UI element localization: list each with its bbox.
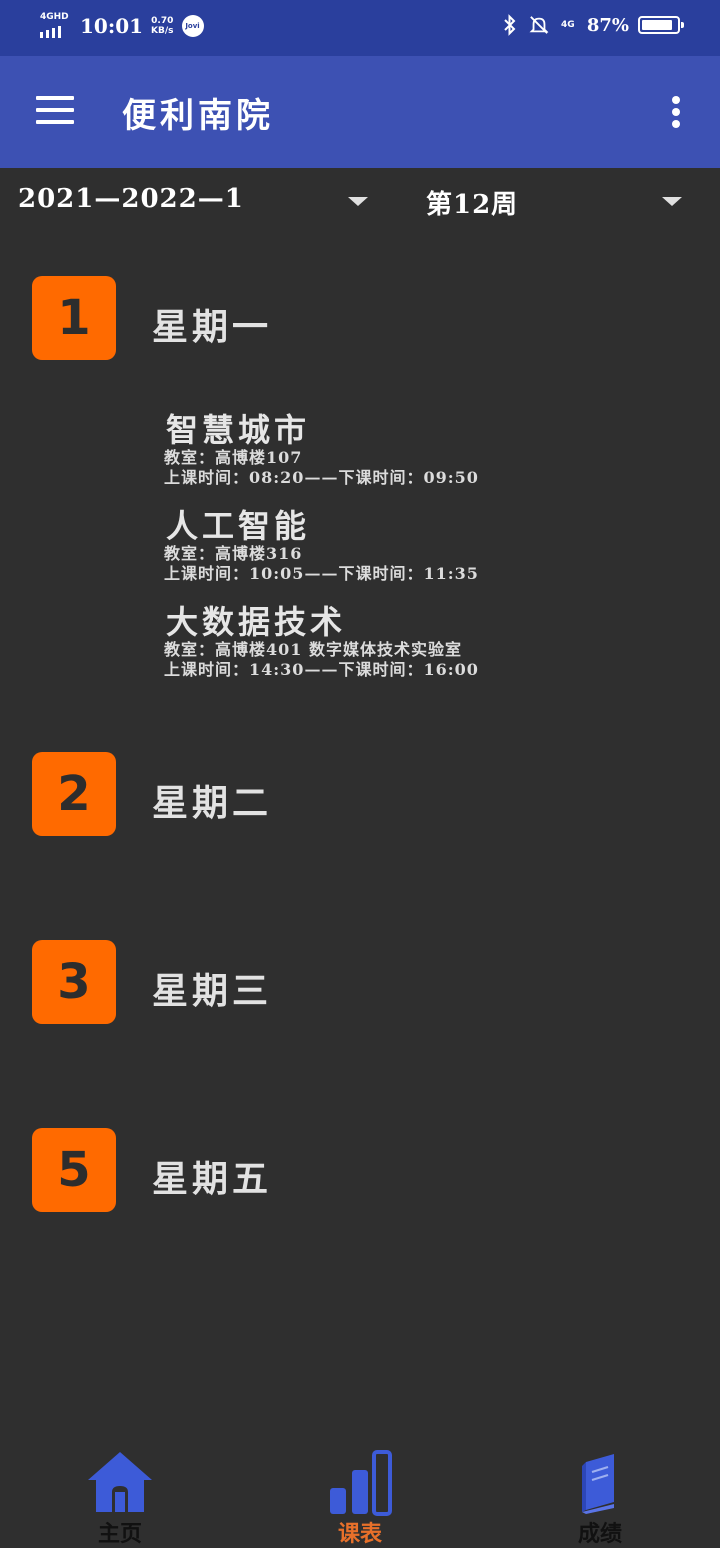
nav-schedule[interactable]: 课表: [310, 1448, 410, 1547]
nav-schedule-label: 课表: [337, 1521, 382, 1547]
course-name: 大数据技术: [166, 603, 347, 641]
bluetooth-icon: [500, 14, 520, 36]
day-name: 星期二: [152, 782, 273, 824]
course-time: 上课时间：14:30——下课时间：16:00: [164, 660, 479, 679]
speed-unit: KB/s: [151, 26, 174, 36]
course-name: 人工智能: [166, 507, 311, 545]
lte-indicator: 4G: [561, 19, 575, 30]
day-number-badge: 3: [32, 940, 116, 1024]
battery-percent: 87%: [586, 14, 629, 36]
menu-button[interactable]: [36, 96, 76, 126]
course-item[interactable]: 人工智能 教室：高博楼316 上课时间：10:05——下课时间：11:35: [164, 507, 686, 584]
network-type: 4GHD: [40, 12, 69, 22]
nav-grades-label: 成绩: [577, 1521, 622, 1547]
home-icon: [86, 1448, 154, 1518]
battery-icon: [638, 16, 684, 34]
network-speed: 0.70 KB/s: [151, 16, 173, 36]
day-name: 星期一: [152, 306, 273, 348]
course-time: 上课时间：08:20——下课时间：09:50: [164, 468, 479, 487]
speed-value: 0.70: [151, 16, 174, 26]
day-name: 星期五: [152, 1158, 273, 1200]
nav-grades[interactable]: 成绩: [550, 1448, 650, 1547]
book-icon: [578, 1452, 622, 1518]
app-bar: 便利南院: [0, 56, 720, 168]
course-room: 教室：高博楼401 数字媒体技术实验室: [164, 640, 462, 659]
course-room: 教室：高博楼316: [164, 544, 303, 563]
course-time: 上课时间：10:05——下课时间：11:35: [164, 564, 479, 583]
nav-home[interactable]: 主页: [70, 1448, 170, 1547]
chevron-down-icon: [662, 197, 682, 206]
clock: 10:01: [80, 14, 144, 38]
chevron-down-icon: [348, 197, 368, 206]
nav-home-label: 主页: [97, 1521, 142, 1547]
mute-bell-icon: [529, 14, 549, 36]
bar-chart-icon: [328, 1450, 394, 1520]
day-number-badge: 5: [32, 1128, 116, 1212]
course-room: 教室：高博楼107: [164, 448, 303, 467]
battery-fill: [642, 20, 672, 30]
course-item[interactable]: 大数据技术 教室：高博楼401 数字媒体技术实验室 上课时间：14:30——下课…: [164, 603, 686, 680]
day-number-badge: 2: [32, 752, 116, 836]
app-title: 便利南院: [122, 96, 274, 136]
status-bar: 4GHD 10:01 0.70 KB/s Jovi 4G 87%: [0, 0, 720, 56]
course-item[interactable]: 智慧城市 教室：高博楼107 上课时间：08:20——下课时间：09:50: [164, 411, 686, 488]
week-dropdown[interactable]: 第12周: [410, 168, 716, 232]
course-name: 智慧城市: [166, 411, 311, 449]
week-value: 第12周: [426, 190, 519, 220]
term-dropdown[interactable]: 2021—2022—1: [0, 168, 384, 232]
jovi-icon: Jovi: [181, 15, 204, 37]
cell-signal-icon: 4GHD: [40, 12, 72, 40]
day-number-badge: 1: [32, 276, 116, 360]
more-options-button[interactable]: [664, 94, 688, 130]
term-value: 2021—2022—1: [18, 184, 244, 214]
day-name: 星期三: [152, 970, 273, 1012]
